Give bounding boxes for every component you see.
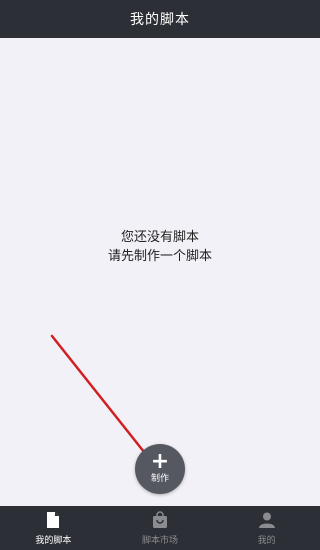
document-icon [47,511,60,528]
tab-label: 脚本市场 [142,535,179,546]
app-header: 我的脚本 [0,0,320,38]
bottom-tab-bar: 我的脚本 脚本市场 我的 [0,506,320,550]
shopping-bag-icon [153,510,167,528]
empty-state-message: 您还没有脚本 请先制作一个脚本 [0,228,320,266]
tab-script-market[interactable]: 脚本市场 [107,506,214,550]
plus-icon: + [150,448,170,474]
empty-state-line-1: 您还没有脚本 [120,230,199,245]
user-icon [258,512,275,528]
tab-label: 我的脚本 [35,535,72,546]
create-script-button[interactable]: + 制作 [135,444,185,494]
page-title: 我的脚本 [130,12,190,28]
create-script-label: 制作 [150,473,169,484]
tab-profile[interactable]: 我的 [213,506,320,550]
empty-state-line-2: 请先制作一个脚本 [107,249,212,264]
tab-my-scripts[interactable]: 我的脚本 [0,506,107,550]
main-content: 您还没有脚本 请先制作一个脚本 [0,38,320,506]
tab-label: 我的 [257,535,276,546]
